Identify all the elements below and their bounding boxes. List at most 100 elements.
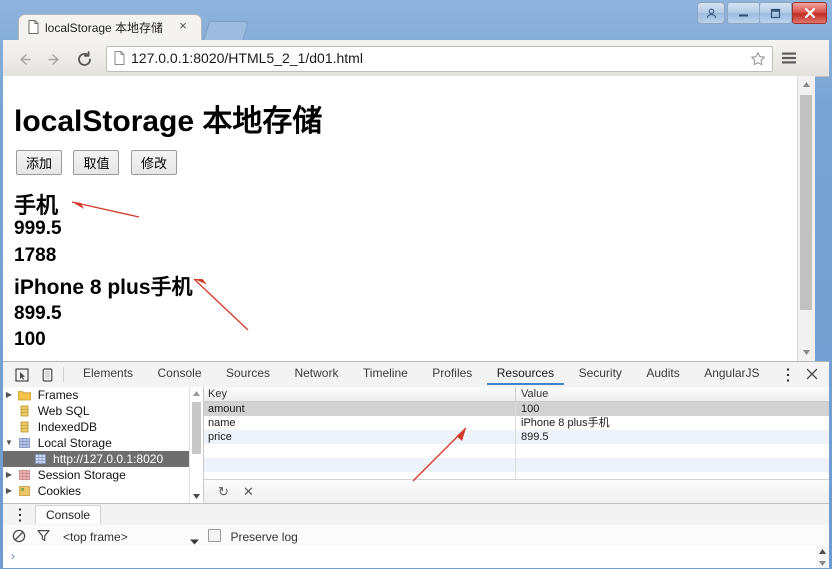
cell-value: 899.5 (521, 431, 549, 443)
twisty-icon[interactable]: ▼ (3, 435, 15, 451)
tree-item-local-storage-origin[interactable]: http://127.0.0.1:8020 (3, 451, 203, 467)
cell-key: price (204, 430, 516, 444)
console-input-area[interactable]: › (3, 546, 829, 568)
cookie-icon (18, 485, 31, 497)
preserve-log-label: Preserve log (230, 530, 298, 544)
twisty-icon[interactable]: ▶ (3, 467, 15, 483)
tab-resources[interactable]: Resources (486, 362, 565, 385)
tab-profiles[interactable]: Profiles (422, 362, 482, 383)
maximize-button[interactable] (759, 2, 792, 24)
drawer-tabbar: ⋮ Console (3, 504, 829, 526)
cell-key: name (204, 416, 516, 430)
modify-button[interactable]: 修改 (130, 150, 177, 175)
reload-icon[interactable] (73, 48, 95, 70)
console-scroll-up-icon[interactable] (816, 546, 829, 556)
drawer-menu-icon[interactable]: ⋮ (12, 507, 28, 524)
page-document-icon (114, 51, 125, 65)
tree-item-local-storage[interactable]: ▼ Local Storage (3, 435, 203, 451)
checkbox-box[interactable] (208, 529, 221, 542)
tree-scroll-up-icon[interactable] (190, 387, 203, 400)
frame-selector[interactable]: <top frame> (63, 528, 203, 545)
devtools-more-icon[interactable]: ⋮ (780, 366, 796, 384)
tab-elements[interactable]: Elements (73, 362, 143, 383)
tab-sources[interactable]: Sources (216, 362, 280, 383)
storage-table-header: Key Value (204, 387, 829, 402)
page-scrollbar[interactable] (797, 76, 815, 361)
tab-audits[interactable]: Audits (636, 362, 689, 383)
console-scrollbar[interactable] (816, 546, 829, 568)
twisty-icon[interactable]: ▶ (3, 483, 15, 499)
output-line: 899.5 (14, 303, 62, 324)
output-line: 999.5 (14, 218, 62, 239)
cell-key: amount (204, 402, 516, 416)
table-row[interactable]: name iPhone 8 plus手机 (204, 416, 829, 430)
database-icon (18, 421, 31, 433)
new-tab-button[interactable] (202, 21, 250, 42)
output-line: iPhone 8 plus手机 (14, 276, 193, 299)
add-button[interactable]: 添加 (16, 150, 63, 175)
address-bar[interactable]: 127.0.0.1:8020/HTML5_2_1/d01.html (106, 46, 773, 72)
delete-icon[interactable]: ✕ (240, 484, 257, 500)
preserve-log-checkbox[interactable]: Preserve log (208, 528, 298, 546)
console-filter-bar: <top frame> Preserve log (3, 525, 829, 547)
tree-scrollbar-thumb[interactable] (192, 402, 201, 454)
forward-icon[interactable] (43, 48, 65, 70)
star-icon[interactable] (750, 51, 766, 67)
table-row-empty[interactable] (204, 444, 829, 458)
tree-item-label: Local Storage (37, 436, 112, 450)
clear-console-icon[interactable] (11, 528, 27, 543)
table-row[interactable]: price 899.5 (204, 430, 829, 444)
tab-close-icon[interactable]: × (177, 19, 189, 33)
tab-angularjs[interactable]: AngularJS (694, 362, 769, 383)
console-prompt-icon: › (11, 549, 15, 563)
scroll-up-icon[interactable] (798, 76, 815, 93)
device-toolbar-icon[interactable] (37, 365, 57, 384)
back-icon[interactable] (13, 48, 35, 70)
table-row-empty[interactable] (204, 472, 829, 479)
devtools-tab-list: Elements Console Sources Network Timelin… (73, 362, 770, 387)
browser-tab[interactable]: localStorage 本地存储 × (18, 14, 202, 41)
page-viewport: localStorage 本地存储 添加 取值 修改 手机 999.5 1788… (3, 76, 814, 361)
tab-timeline[interactable]: Timeline (353, 362, 418, 383)
page-scrollbar-thumb[interactable] (800, 95, 812, 310)
devtools-tabbar: Elements Console Sources Network Timelin… (3, 362, 829, 388)
inspect-element-icon[interactable] (12, 365, 32, 384)
console-scroll-down-icon[interactable] (816, 558, 829, 568)
tab-network[interactable]: Network (284, 362, 348, 383)
filter-icon[interactable] (35, 528, 51, 543)
tab-security[interactable]: Security (569, 362, 632, 383)
page-favicon-icon (28, 20, 39, 34)
minimize-button[interactable] (727, 2, 760, 24)
user-account-button[interactable] (697, 2, 725, 24)
cell-key (204, 458, 516, 472)
column-header-value[interactable]: Value (517, 387, 548, 401)
storage-table-toolbar: ↻ ✕ (204, 479, 829, 504)
menu-icon[interactable] (778, 47, 800, 69)
close-button[interactable] (792, 2, 827, 24)
tree-item-indexeddb[interactable]: IndexedDB (3, 419, 203, 435)
tab-title: localStorage 本地存储 (45, 21, 164, 35)
tree-scroll-down-icon[interactable] (190, 490, 203, 503)
database-icon (18, 405, 31, 417)
twisty-icon[interactable]: ▶ (3, 387, 15, 403)
tree-item-cookies[interactable]: ▶ Cookies (3, 483, 203, 499)
tree-item-session-storage[interactable]: ▶ Session Storage (3, 467, 203, 483)
tab-console[interactable]: Console (147, 362, 211, 383)
devtools-close-icon[interactable] (803, 365, 821, 383)
refresh-icon[interactable]: ↻ (215, 484, 232, 500)
devtools-panel: Elements Console Sources Network Timelin… (3, 361, 829, 568)
session-icon (18, 469, 31, 481)
get-value-button[interactable]: 取值 (73, 150, 120, 175)
column-header-key[interactable]: Key (204, 387, 516, 401)
drawer-tab-console[interactable]: Console (35, 505, 102, 524)
scroll-down-icon[interactable] (798, 344, 815, 361)
table-row[interactable]: amount 100 (204, 402, 829, 416)
tree-item-web-sql[interactable]: Web SQL (3, 403, 203, 419)
table-row-empty[interactable] (204, 458, 829, 472)
tree-scrollbar[interactable] (189, 387, 203, 503)
page-title: localStorage 本地存储 (14, 105, 323, 138)
tree-item-frames[interactable]: ▶ Frames (3, 387, 203, 403)
cell-value: iPhone 8 plus手机 (521, 417, 610, 429)
frame-selector-label: <top frame> (63, 530, 128, 544)
storage-icon (34, 453, 47, 465)
